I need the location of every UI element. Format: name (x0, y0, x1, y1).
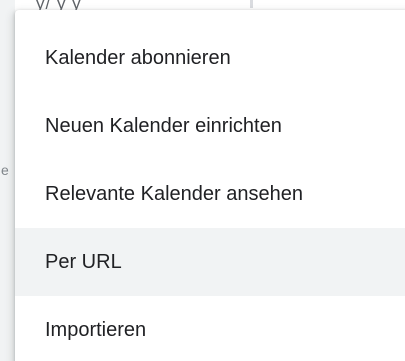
menu-item-label: Relevante Kalender ansehen (45, 182, 303, 205)
background-text-fragment-left: e (1, 162, 9, 178)
menu-item-create-calendar[interactable]: Neuen Kalender einrichten (15, 92, 405, 160)
menu-item-label: Importieren (45, 318, 147, 341)
menu-item-browse-calendars[interactable]: Relevante Kalender ansehen (15, 160, 405, 228)
menu-item-label: Kalender abonnieren (45, 46, 231, 69)
menu-item-label: Per URL (45, 250, 122, 273)
background-panel (0, 0, 15, 361)
menu-item-from-url[interactable]: Per URL (15, 228, 405, 296)
page: y/ y y e Kalender abonnieren Neuen Kalen… (0, 0, 405, 361)
add-calendar-menu: Kalender abonnieren Neuen Kalender einri… (15, 10, 405, 361)
menu-item-label: Neuen Kalender einrichten (45, 114, 282, 137)
background-divider (250, 0, 253, 8)
menu-item-subscribe-calendar[interactable]: Kalender abonnieren (15, 24, 405, 92)
menu-item-import[interactable]: Importieren (15, 296, 405, 361)
